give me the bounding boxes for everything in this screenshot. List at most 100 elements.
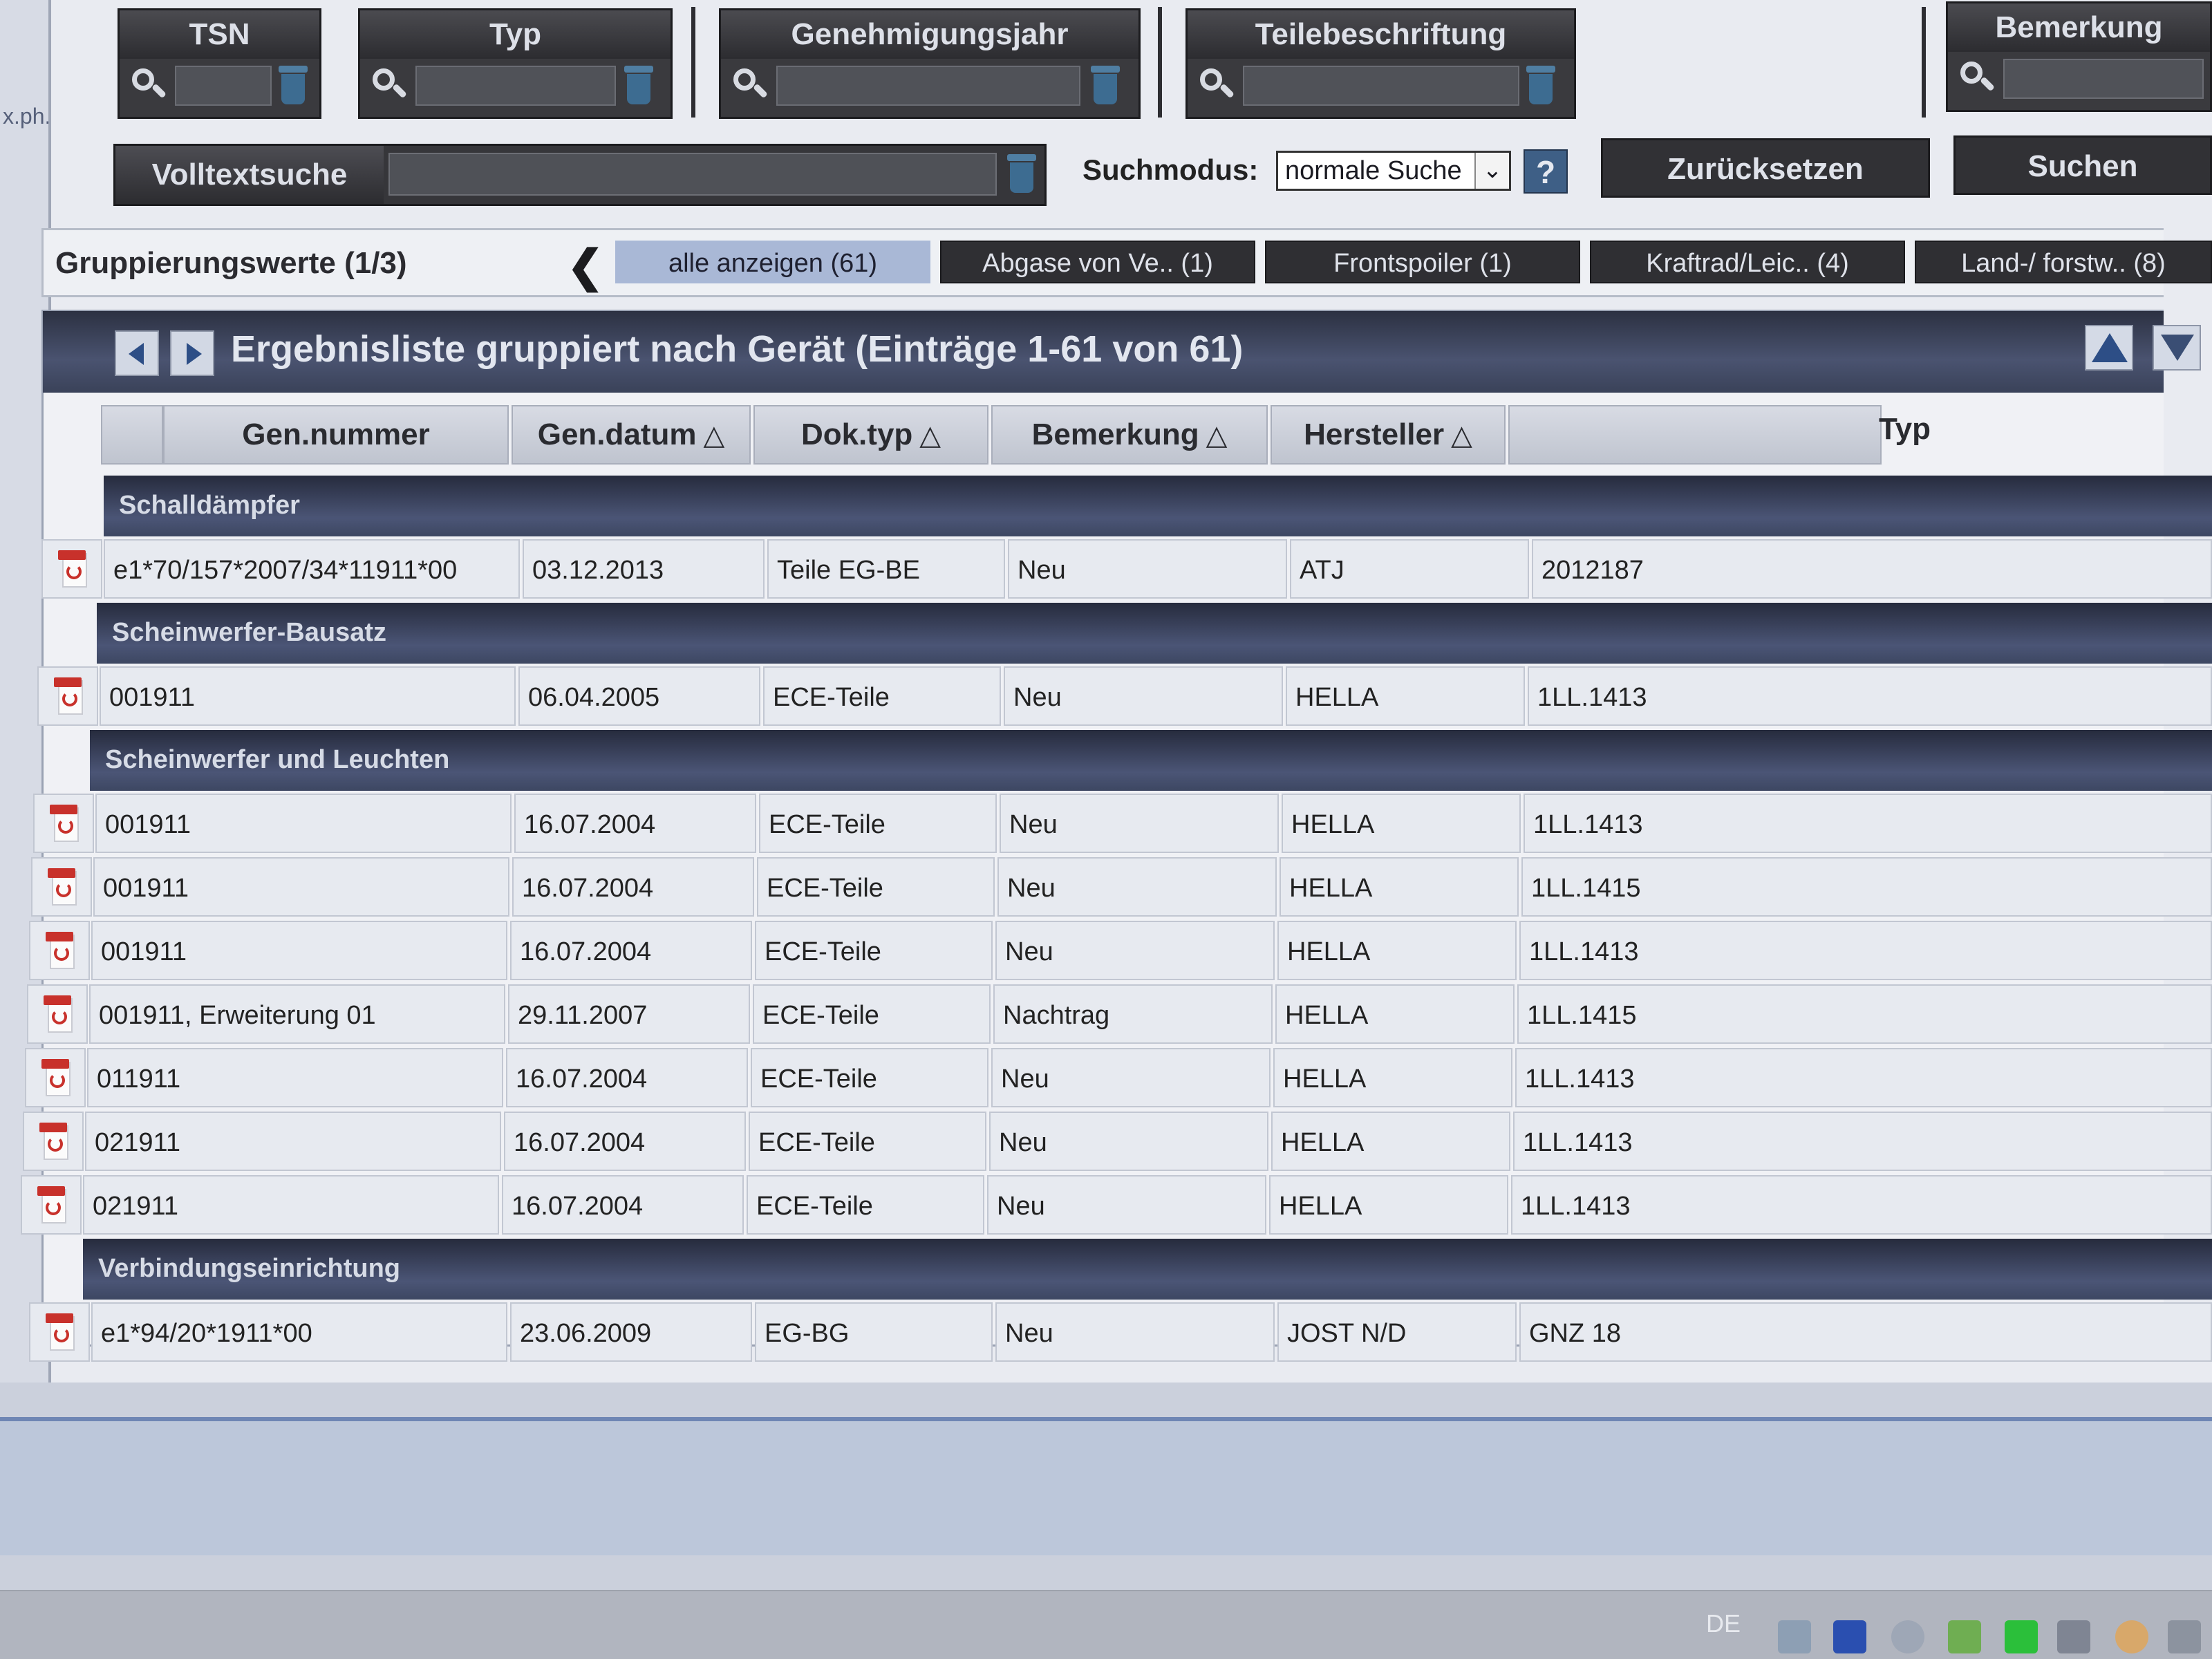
cell-typ: 1LL.1413: [1519, 921, 2212, 980]
fulltext-input[interactable]: [388, 153, 997, 196]
sort-ascending-button[interactable]: [2085, 325, 2133, 371]
pdf-icon[interactable]: [58, 550, 90, 590]
column-header-blank: [1508, 405, 1882, 465]
column-header-hersteller[interactable]: Hersteller △: [1271, 405, 1506, 465]
table-row[interactable]: e1*94/20*1911*00 23.06.2009 EG-BG Neu JOST N…: [0, 1302, 2212, 1365]
chevron-left-icon[interactable]: ❮: [567, 241, 604, 292]
trash-icon[interactable]: [1526, 66, 1555, 106]
group-tab-frontspoiler[interactable]: Frontspoiler (1): [1265, 241, 1580, 283]
group-tab-all[interactable]: alle anzeigen (61): [615, 241, 930, 283]
trash-icon[interactable]: [624, 66, 653, 106]
triangle-down-icon: [2161, 335, 2194, 361]
chevron-down-icon[interactable]: ⌄: [1474, 153, 1509, 189]
cell-bemerkung: Neu: [989, 1112, 1268, 1171]
table-row[interactable]: 001911 06.04.2005 ECE-Teile Neu HELLA 1LL.141…: [0, 666, 2212, 729]
pdf-icon[interactable]: [44, 995, 75, 1035]
filter-bemerkung: Bemerkung: [1946, 1, 2212, 112]
pdf-icon[interactable]: [48, 868, 79, 908]
trash-icon[interactable]: [1007, 154, 1036, 194]
cell-icon: [31, 857, 92, 917]
trash-icon[interactable]: [279, 66, 308, 106]
user-tray-icon[interactable]: [2115, 1620, 2148, 1653]
cell-bemerkung: Neu: [995, 921, 1275, 980]
genehmigungsjahr-input[interactable]: [776, 66, 1080, 106]
grid-tray-icon[interactable]: [1948, 1620, 1981, 1653]
pdf-icon[interactable]: [46, 1313, 77, 1353]
table-row[interactable]: 001911 16.07.2004 ECE-Teile Neu HELLA 1LL.141…: [0, 857, 2212, 919]
sort-triangle-icon[interactable]: △: [704, 420, 725, 451]
cell-hersteller: HELLA: [1282, 794, 1521, 853]
table-row[interactable]: 001911 16.07.2004 ECE-Teile Neu HELLA 1LL.141…: [0, 921, 2212, 983]
status-tray-icon[interactable]: [2005, 1620, 2038, 1653]
searchmode-label: Suchmodus:: [1082, 153, 1259, 186]
column-header-bemerkung[interactable]: Bemerkung △: [991, 405, 1268, 465]
prev-page-button[interactable]: [115, 330, 159, 376]
table-row[interactable]: 021911 16.07.2004 ECE-Teile Neu HELLA 1LL.141…: [0, 1112, 2212, 1174]
tsn-input[interactable]: [175, 66, 272, 106]
pdf-icon[interactable]: [39, 1123, 71, 1163]
pdf-icon[interactable]: [50, 805, 82, 845]
sort-triangle-icon[interactable]: △: [1451, 420, 1472, 451]
trash-icon[interactable]: [1091, 66, 1120, 106]
search-button[interactable]: Suchen: [1953, 135, 2212, 195]
help-button[interactable]: ?: [1524, 149, 1568, 194]
searchmode-select[interactable]: normale Suche ⌄: [1276, 151, 1511, 191]
typ-input[interactable]: [415, 66, 616, 106]
pdf-icon[interactable]: [41, 1059, 73, 1099]
divider: [1158, 7, 1162, 118]
next-page-button[interactable]: [170, 330, 214, 376]
pdf-icon[interactable]: [54, 677, 86, 718]
group-tab-kraftrad[interactable]: Kraftrad/Leic.. (4): [1590, 241, 1905, 283]
cell-gen-nummer: 001911, Erweiterung 01: [89, 984, 505, 1044]
results-title: Ergebnisliste gruppiert nach Gerät (Eint…: [231, 328, 1244, 370]
group-tab-abgase[interactable]: Abgase von Ve.. (1): [940, 241, 1255, 283]
table-row[interactable]: e1*70/157*2007/34*11911*00 03.12.2013 Teil…: [0, 539, 2212, 601]
search-icon[interactable]: [370, 67, 407, 104]
header-label: Dok.typ: [800, 418, 913, 451]
desktop-background: [0, 1417, 2212, 1555]
search-icon[interactable]: [731, 67, 768, 104]
sort-triangle-icon[interactable]: △: [919, 420, 941, 451]
sort-descending-button[interactable]: [2153, 325, 2201, 371]
search-icon[interactable]: [129, 67, 167, 104]
filter-label: Genehmigungsjahr: [721, 10, 1138, 59]
reset-button[interactable]: Zurücksetzen: [1601, 138, 1930, 198]
cell-bemerkung: Neu: [1004, 666, 1283, 726]
cell-gen-datum: 16.07.2004: [514, 794, 756, 853]
column-header-gen-nummer[interactable]: Gen.nummer: [163, 405, 509, 465]
cell-gen-datum: 16.07.2004: [502, 1175, 744, 1235]
cell-dok-typ: ECE-Teile: [763, 666, 1001, 726]
cell-gen-nummer: 011911: [87, 1048, 503, 1107]
search-icon[interactable]: [1197, 67, 1235, 104]
cell-icon: [33, 794, 94, 853]
clock-icon[interactable]: [1891, 1620, 1924, 1653]
search-icon[interactable]: [1958, 60, 1995, 97]
pdf-icon[interactable]: [46, 932, 77, 972]
column-header-dok-typ[interactable]: Dok.typ △: [753, 405, 988, 465]
network-icon[interactable]: [1778, 1620, 1811, 1653]
table-row[interactable]: 021911 16.07.2004 ECE-Teile Neu HELLA 1LL.141…: [0, 1175, 2212, 1237]
column-header-gen-datum[interactable]: Gen.datum △: [512, 405, 751, 465]
cell-dok-typ: ECE-Teile: [747, 1175, 984, 1235]
column-header-typ[interactable]: Typ: [1879, 412, 1931, 447]
table-row[interactable]: 001911 16.07.2004 ECE-Teile Neu HELLA 1LL.141…: [0, 794, 2212, 856]
sv-tray-icon[interactable]: [2057, 1620, 2090, 1653]
fulltext-label: Volltextsuche: [115, 146, 384, 204]
column-header-icon: [101, 405, 163, 465]
cell-hersteller: HELLA: [1275, 984, 1515, 1044]
sort-triangle-icon[interactable]: △: [1206, 420, 1228, 451]
power-tray-icon[interactable]: [2168, 1620, 2201, 1653]
language-indicator[interactable]: DE: [1706, 1609, 1741, 1638]
app-tray-icon[interactable]: [1833, 1620, 1866, 1653]
bemerkung-input[interactable]: [2003, 59, 2204, 99]
arrow-left-icon: [129, 343, 144, 365]
cell-gen-datum: 16.07.2004: [510, 921, 752, 980]
table-row[interactable]: 011911 16.07.2004 ECE-Teile Neu HELLA 1LL.141…: [0, 1048, 2212, 1110]
cell-gen-datum: 03.12.2013: [523, 539, 765, 599]
table-row[interactable]: 001911, Erweiterung 01 29.11.2007 ECE-Teil…: [0, 984, 2212, 1047]
teilebeschriftung-input[interactable]: [1243, 66, 1519, 106]
cell-gen-nummer: e1*94/20*1911*00: [91, 1302, 507, 1362]
pdf-icon[interactable]: [37, 1186, 69, 1226]
group-tab-land-forst[interactable]: Land-/ forstw.. (8): [1915, 241, 2212, 283]
header-label: Gen.nummer: [242, 418, 430, 451]
